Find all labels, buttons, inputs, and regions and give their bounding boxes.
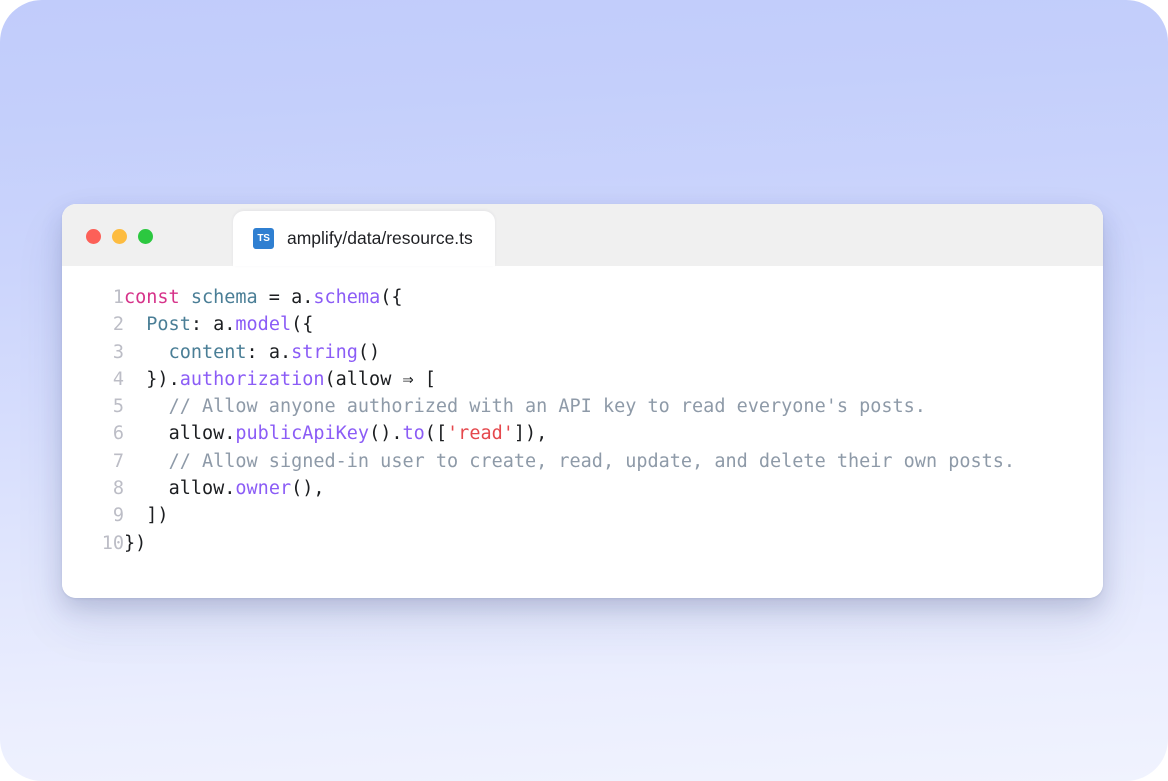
typescript-file-icon: TS xyxy=(253,228,274,249)
code-line: 5 // Allow anyone authorized with an API… xyxy=(62,393,1103,420)
minimize-window-button[interactable] xyxy=(112,229,127,244)
window-titlebar: TS amplify/data/resource.ts xyxy=(62,204,1103,266)
token-punct: : xyxy=(246,341,269,363)
line-number: 7 xyxy=(112,450,124,472)
token-prop: content xyxy=(168,341,247,363)
line-content: // Allow anyone authorized with an API k… xyxy=(124,393,1103,420)
line-content: ]) xyxy=(124,502,1103,529)
token-plain: allow xyxy=(168,423,225,445)
line-number: 8 xyxy=(112,478,124,500)
page-background: TS amplify/data/resource.ts 1 const schem… xyxy=(0,0,1168,781)
line-number: 5 xyxy=(112,396,124,418)
token-plain: allow xyxy=(335,368,392,390)
code-line: 3 content: a.string() xyxy=(62,339,1103,366)
token-punct: : xyxy=(190,314,214,336)
typescript-file-icon-label: TS xyxy=(257,232,270,244)
line-content: const schema = a.schema({ xyxy=(124,284,1103,311)
token-method: publicApiKey xyxy=(235,423,370,445)
token-plain: a xyxy=(213,314,225,336)
line-number: 6 xyxy=(112,423,124,445)
line-number: 9 xyxy=(112,505,124,527)
token-punct: (). xyxy=(369,423,403,445)
token-punct: [ xyxy=(424,368,436,390)
token-punct: ({ xyxy=(291,314,314,336)
code-editor-window: TS amplify/data/resource.ts 1 const schem… xyxy=(62,204,1103,598)
tab-resource-ts[interactable]: TS amplify/data/resource.ts xyxy=(233,211,495,266)
token-punct: ]), xyxy=(513,423,548,445)
token-method: to xyxy=(402,423,425,445)
code-line: 2 Post: a.model({ xyxy=(62,311,1103,338)
line-content: // Allow signed-in user to create, read,… xyxy=(124,448,1103,475)
line-content: Post: a.model({ xyxy=(124,311,1103,338)
token-plain: a xyxy=(291,287,303,308)
token-method: authorization xyxy=(179,368,325,390)
token-method: owner xyxy=(235,478,292,500)
token-punct: . xyxy=(168,368,180,390)
token-plain: = xyxy=(257,287,292,308)
line-content: allow.owner(), xyxy=(124,475,1103,502)
token-plain: a xyxy=(268,341,280,363)
line-content: }).authorization(allow ⇒ [ xyxy=(124,366,1103,393)
code-table: 1 const schema = a.schema({2 Post: a.mode… xyxy=(62,284,1103,557)
token-method: model xyxy=(235,314,292,336)
token-string: 'read' xyxy=(447,423,514,445)
token-keyword: const xyxy=(124,287,180,308)
code-line: 4 }).authorization(allow ⇒ [ xyxy=(62,366,1103,393)
code-line: 6 allow.publicApiKey().to(['read']), xyxy=(62,420,1103,447)
token-comment: // Allow anyone authorized with an API k… xyxy=(168,396,926,418)
token-punct: }) xyxy=(124,532,147,554)
token-punct: . xyxy=(224,478,236,500)
code-content-area[interactable]: 1 const schema = a.schema({2 Post: a.mode… xyxy=(62,266,1103,598)
token-punct: . xyxy=(224,314,236,336)
token-punct: (), xyxy=(291,478,325,500)
line-content: content: a.string() xyxy=(124,339,1103,366)
line-number: 3 xyxy=(112,341,124,363)
code-lines: 1 const schema = a.schema({2 Post: a.mode… xyxy=(62,284,1103,557)
token-punct: ( xyxy=(324,368,336,390)
token-punct: ]) xyxy=(124,505,169,527)
maximize-window-button[interactable] xyxy=(138,229,153,244)
close-window-button[interactable] xyxy=(86,229,101,244)
line-number: 1 xyxy=(112,287,124,308)
line-content: allow.publicApiKey().to(['read']), xyxy=(124,420,1103,447)
token-comment: // Allow signed-in user to create, read,… xyxy=(168,450,1016,472)
code-line: 8 allow.owner(), xyxy=(62,475,1103,502)
token-arrow: ⇒ xyxy=(391,368,425,390)
token-punct: ([ xyxy=(424,423,448,445)
token-punct: . xyxy=(279,341,292,363)
token-punct: }) xyxy=(124,368,169,390)
code-line: 10}) xyxy=(62,530,1103,557)
code-line: 9 ]) xyxy=(62,502,1103,529)
token-punct: ({ xyxy=(380,287,403,308)
line-content: }) xyxy=(124,530,1103,557)
token-punct: . xyxy=(224,423,236,445)
token-var: schema xyxy=(190,287,258,308)
token-method: string xyxy=(291,341,358,363)
code-line: 1 const schema = a.schema({ xyxy=(62,284,1103,311)
token-plain: allow xyxy=(168,478,225,500)
token-method: schema xyxy=(313,287,381,308)
tab-label: amplify/data/resource.ts xyxy=(287,228,473,248)
tab-strip: TS amplify/data/resource.ts xyxy=(233,211,495,266)
line-number: 2 xyxy=(112,314,124,336)
token-prop: Post xyxy=(146,314,191,336)
code-line: 7 // Allow signed-in user to create, rea… xyxy=(62,448,1103,475)
line-number: 4 xyxy=(112,368,124,390)
traffic-light-controls xyxy=(86,229,153,244)
token-punct: . xyxy=(302,287,314,308)
line-number: 10 xyxy=(101,532,124,554)
token-punct: () xyxy=(357,341,381,363)
